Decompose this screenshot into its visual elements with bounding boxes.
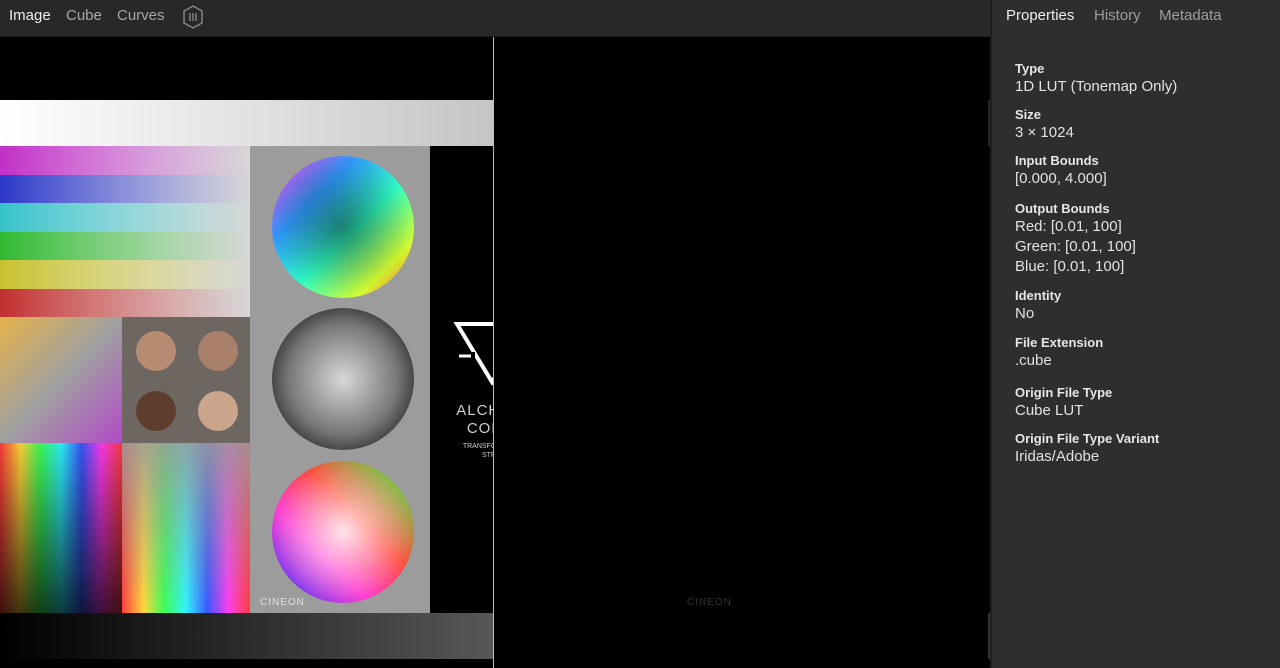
property-label: Origin File Type <box>1015 385 1113 400</box>
property-value: [0.000, 4.000] <box>1015 170 1107 187</box>
property-value: 3 × 1024 <box>1015 124 1074 141</box>
property-label: Origin File Type Variant <box>1015 431 1160 446</box>
image-viewer[interactable]: CINEON ALCHEMY COLOR TRANSFORM YOUR STRE… <box>0 37 990 668</box>
tab-metadata[interactable]: Metadata <box>1159 7 1222 24</box>
logo-line-2: COLOR <box>466 420 493 437</box>
logo-tagline-1: TRANSFORM YOUR <box>462 443 493 450</box>
property-label: Type <box>1015 61 1045 76</box>
logo-tagline-2: STRESS <box>481 452 493 459</box>
tab-cube[interactable]: Cube <box>66 7 102 24</box>
logo-mark-icon <box>453 322 493 386</box>
tonemap-preview-overlay <box>494 37 990 668</box>
cineon-label: CINEON <box>260 597 305 608</box>
property-label: Identity <box>1015 288 1062 303</box>
property-value: 1D LUT (Tonemap Only) <box>1015 78 1178 95</box>
cineon-label-processed: CINEON <box>687 597 732 608</box>
property-label: Size <box>1015 107 1042 122</box>
output-blue-value: Blue: [0.01, 100] <box>1015 258 1125 275</box>
tab-history[interactable]: History <box>1094 7 1141 24</box>
alchemy-color-logo: ALCHEMY COLOR TRANSFORM YOUR STRESS <box>445 320 493 460</box>
property-file-extension: File Extension .cube <box>1015 335 1275 371</box>
property-value: .cube <box>1015 352 1052 369</box>
viewer-toolbar: Image Cube Curves <box>0 0 990 37</box>
property-label: File Extension <box>1015 335 1104 350</box>
test-chart-image <box>0 100 493 659</box>
property-size: Size 3 × 1024 <box>1015 107 1275 143</box>
tab-curves[interactable]: Curves <box>117 7 165 24</box>
tab-properties[interactable]: Properties <box>1006 7 1074 24</box>
property-label: Output Bounds <box>1015 201 1110 216</box>
property-origin-file-type: Origin File Type Cube LUT <box>1015 385 1275 421</box>
property-type: Type 1D LUT (Tonemap Only) <box>1015 61 1275 97</box>
split-divider-handle[interactable] <box>493 37 494 668</box>
tab-image[interactable]: Image <box>9 7 51 24</box>
property-output-bounds: Output Bounds Red: [0.01, 100] Green: [0… <box>1015 201 1275 277</box>
property-value: Cube LUT <box>1015 402 1084 419</box>
output-red-value: Red: [0.01, 100] <box>1015 218 1122 235</box>
property-origin-file-type-variant: Origin File Type Variant Iridas/Adobe <box>1015 431 1275 467</box>
property-label: Input Bounds <box>1015 153 1099 168</box>
property-identity: Identity No <box>1015 288 1275 324</box>
output-green-value: Green: [0.01, 100] <box>1015 238 1136 255</box>
property-input-bounds: Input Bounds [0.000, 4.000] <box>1015 153 1275 189</box>
viewer-after-half: CINEON <box>494 37 990 668</box>
split-view-icon[interactable] <box>182 5 204 29</box>
property-value: No <box>1015 305 1035 322</box>
viewer-before-half: CINEON ALCHEMY COLOR TRANSFORM YOUR STRE… <box>0 37 493 668</box>
logo-line-1: ALCHEMY <box>456 402 493 419</box>
property-value: Iridas/Adobe <box>1015 448 1100 465</box>
inspector-tabs: Properties History Metadata <box>992 0 1280 36</box>
inspector-panel: Properties History Metadata Type 1D LUT … <box>991 0 1280 668</box>
